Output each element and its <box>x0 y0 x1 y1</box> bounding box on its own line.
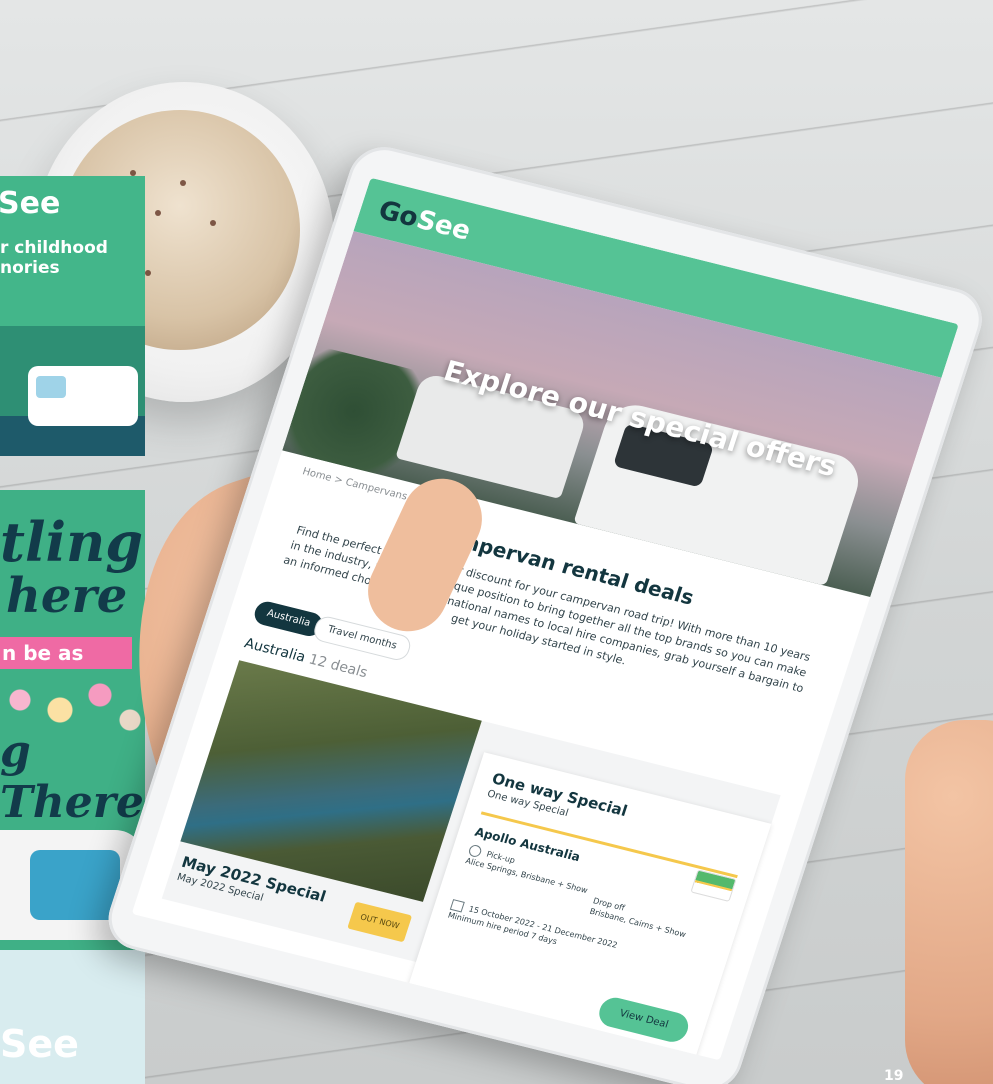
dropoff-row: Drop off Brisbane, Cairns + Show <box>588 895 691 940</box>
flyer-bottom-brand: See <box>0 1022 79 1066</box>
flyer-bottom: tling here n be as g There See <box>0 490 145 1084</box>
right-hand <box>905 720 993 1084</box>
flyer-top-van-illustration <box>28 366 138 426</box>
section-title-region: Australia <box>242 635 308 666</box>
site-logo[interactable]: GoSee <box>375 195 475 246</box>
photo-background: See r childhood nories tling here n be a… <box>0 0 993 1084</box>
flyer-top: See r childhood nories <box>0 176 145 456</box>
page-number: 19 <box>884 1068 904 1084</box>
flyer-bottom-people-illustration <box>30 850 120 920</box>
deal-badge: OUT NOW <box>347 901 413 943</box>
flyer-top-brand: See <box>0 186 61 221</box>
flyer-bottom-pink-band: n be as <box>0 637 132 669</box>
flyer-bottom-script-3: g There <box>0 726 144 828</box>
section-deal-count: 12 deals <box>306 651 370 682</box>
dropoff-value: Brisbane, Cairns + Show <box>588 906 688 940</box>
flyer-bottom-script-1: tling <box>0 510 143 574</box>
flyer-top-headline: r childhood nories <box>0 238 108 278</box>
flyer-bottom-script-2: here <box>6 568 128 624</box>
logo-see: See <box>412 204 475 247</box>
